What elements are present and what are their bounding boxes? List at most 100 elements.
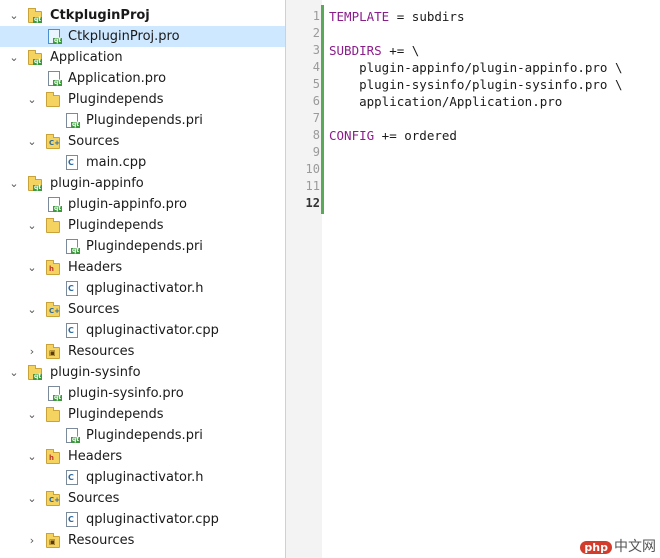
pri-file-icon: qt xyxy=(66,113,81,128)
change-marker-bar xyxy=(321,5,324,214)
tree-item-label: qpluginactivator.h xyxy=(86,470,204,485)
tree-item[interactable]: › ▣ Resources xyxy=(0,341,285,362)
tree-item-label: Plugindepends xyxy=(68,92,164,107)
tree-item-label: Sources xyxy=(68,491,120,506)
tree-item[interactable]: ⌄ qt plugin-sysinfo xyxy=(0,362,285,383)
resources-folder-icon: ▣ xyxy=(46,533,60,548)
tree-item-label: Resources xyxy=(68,344,135,359)
chevron-down-icon[interactable]: ⌄ xyxy=(26,215,38,236)
code-text: application/Application.pro xyxy=(329,94,563,109)
tree-item[interactable]: ⌄ qt plugin-appinfo xyxy=(0,173,285,194)
tree-item-label: Plugindepends xyxy=(68,218,164,233)
code-text: += \ xyxy=(381,43,420,58)
folder-icon xyxy=(46,92,60,107)
header-file-icon: C xyxy=(66,470,78,485)
tree-item-label: plugin-appinfo xyxy=(50,176,144,191)
resources-folder-icon: ▣ xyxy=(46,344,60,359)
tree-item[interactable]: › ▣ Resources xyxy=(0,530,285,551)
chevron-down-icon[interactable]: ⌄ xyxy=(26,131,38,152)
tree-item-label: main.cpp xyxy=(86,155,147,170)
chevron-down-icon[interactable]: ⌄ xyxy=(26,89,38,110)
chevron-down-icon[interactable]: ⌄ xyxy=(8,47,20,68)
tree-item[interactable]: Cmain.cpp xyxy=(0,152,285,173)
tree-item-label: qpluginactivator.h xyxy=(86,281,204,296)
tree-item[interactable]: qt Application.pro xyxy=(0,68,285,89)
tree-item[interactable]: ⌄ qt CtkpluginProj xyxy=(0,5,285,26)
php-logo: php xyxy=(580,541,612,554)
chevron-down-icon[interactable]: ⌄ xyxy=(8,5,20,26)
tree-item[interactable]: qt Plugindepends.pri xyxy=(0,110,285,131)
tree-item[interactable]: Cqpluginactivator.cpp xyxy=(0,509,285,530)
code-line[interactable]: plugin-appinfo/plugin-appinfo.pro \ xyxy=(329,59,623,76)
chevron-down-icon[interactable]: ⌄ xyxy=(26,446,38,467)
code-line[interactable]: SUBDIRS += \ xyxy=(329,42,419,59)
tree-item[interactable]: qt Plugindepends.pri xyxy=(0,236,285,257)
tree-item-label: qpluginactivator.cpp xyxy=(86,323,219,338)
tree-item[interactable]: ⌄ Plugindepends xyxy=(0,404,285,425)
tree-item[interactable]: ⌄ C+ Sources xyxy=(0,488,285,509)
tree-item[interactable]: ⌄ h Headers xyxy=(0,446,285,467)
tree-item-label: CtkpluginProj xyxy=(50,8,150,23)
pri-file-icon: qt xyxy=(66,239,81,254)
line-number: 10 xyxy=(305,162,320,176)
tree-item-label: Sources xyxy=(68,134,120,149)
tree-item-label: Sources xyxy=(68,302,120,317)
line-number: 4 xyxy=(312,60,320,74)
sources-folder-icon: C+ xyxy=(46,302,60,317)
project-folder-icon: qt xyxy=(28,176,43,191)
line-number: 8 xyxy=(312,128,320,142)
line-number: 9 xyxy=(312,145,320,159)
header-file-icon: C xyxy=(66,281,78,296)
headers-folder-icon: h xyxy=(46,449,60,464)
tree-item[interactable]: qt CtkpluginProj.pro xyxy=(0,26,285,47)
tree-item[interactable]: ⌄ C+ Sources xyxy=(0,299,285,320)
sources-folder-icon: C+ xyxy=(46,134,60,149)
tree-item-label: qpluginactivator.cpp xyxy=(86,512,219,527)
site-watermark: php 中文网 xyxy=(580,536,656,556)
sources-folder-icon: C+ xyxy=(46,491,60,506)
tree-item[interactable]: ⌄ Plugindepends xyxy=(0,215,285,236)
chevron-down-icon[interactable]: ⌄ xyxy=(8,362,20,383)
tree-item-label: Plugindepends.pri xyxy=(86,239,203,254)
tree-item[interactable]: qt plugin-sysinfo.pro xyxy=(0,383,285,404)
tree-item[interactable]: Cqpluginactivator.h xyxy=(0,278,285,299)
code-keyword: TEMPLATE xyxy=(329,9,390,24)
code-line[interactable]: TEMPLATE = subdirs xyxy=(329,8,464,25)
code-text: = subdirs xyxy=(389,9,465,24)
tree-item[interactable]: qt plugin-appinfo.pro xyxy=(0,194,285,215)
code-text: plugin-appinfo/plugin-appinfo.pro \ xyxy=(329,60,623,75)
line-number: 1 xyxy=(312,9,320,23)
code-line[interactable]: plugin-sysinfo/plugin-sysinfo.pro \ xyxy=(329,76,622,93)
project-folder-icon: qt xyxy=(28,365,43,380)
chevron-right-icon[interactable]: › xyxy=(26,341,38,362)
code-line[interactable]: application/Application.pro xyxy=(329,93,562,110)
chevron-down-icon[interactable]: ⌄ xyxy=(26,299,38,320)
line-number: 6 xyxy=(312,94,320,108)
tree-item-label: Headers xyxy=(68,449,123,464)
pro-file-icon: qt xyxy=(48,197,63,212)
tree-item[interactable]: ⌄ h Headers xyxy=(0,257,285,278)
tree-item[interactable]: qt Plugindepends.pri xyxy=(0,425,285,446)
project-tree[interactable]: ⌄ qt CtkpluginProj qt CtkpluginProj.pro ⌄ qt Ap… xyxy=(0,0,286,558)
line-number: 11 xyxy=(305,179,320,193)
line-number: 3 xyxy=(312,43,320,57)
headers-folder-icon: h xyxy=(46,260,60,275)
pro-file-icon: qt xyxy=(48,29,63,44)
code-keyword: SUBDIRS xyxy=(329,43,382,58)
tree-item-label: Plugindepends.pri xyxy=(86,428,203,443)
tree-item[interactable]: ⌄ C+ Sources xyxy=(0,131,285,152)
tree-item[interactable]: ⌄ qt Application xyxy=(0,47,285,68)
chevron-down-icon[interactable]: ⌄ xyxy=(26,404,38,425)
chevron-down-icon[interactable]: ⌄ xyxy=(26,488,38,509)
line-number: 7 xyxy=(312,111,320,125)
tree-item[interactable]: Cqpluginactivator.cpp xyxy=(0,320,285,341)
watermark-text: 中文网 xyxy=(614,539,656,555)
tree-item[interactable]: Cqpluginactivator.h xyxy=(0,467,285,488)
chevron-down-icon[interactable]: ⌄ xyxy=(8,173,20,194)
tree-item[interactable]: ⌄ Plugindepends xyxy=(0,89,285,110)
tree-item-label: Plugindepends xyxy=(68,407,164,422)
chevron-down-icon[interactable]: ⌄ xyxy=(26,257,38,278)
chevron-right-icon[interactable]: › xyxy=(26,530,38,551)
code-line[interactable]: CONFIG += ordered xyxy=(329,127,457,144)
code-editor[interactable]: 1 2 3 4 5 6 7 8 9 10 11 12 TEMPLATE = subdirs SUBDIR… xyxy=(286,0,660,558)
